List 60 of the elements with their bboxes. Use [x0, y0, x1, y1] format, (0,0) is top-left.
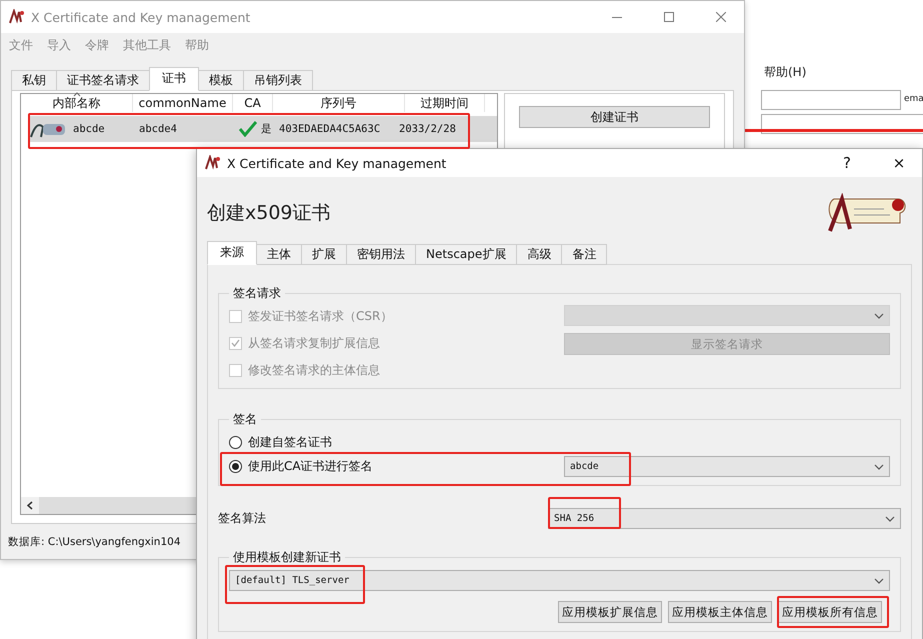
- select-field[interactable]: [default] TLS_server: [229, 570, 890, 591]
- radio-button[interactable]: [229, 460, 242, 473]
- dialog-heading: 创建x509证书: [207, 201, 331, 226]
- dialog-title: X Certificate and Key management: [227, 156, 446, 170]
- apply-template-button[interactable]: 应用模板所有信息: [778, 601, 882, 623]
- radio-button[interactable]: [229, 436, 242, 449]
- tab[interactable]: 吊销列表: [243, 70, 313, 91]
- dropdown-caret-icon: [874, 312, 884, 318]
- radio-label: 使用此CA证书进行签名: [248, 458, 373, 475]
- tab[interactable]: 高级: [516, 244, 562, 265]
- checkbox-label: 签发证书签名请求（CSR）: [248, 308, 392, 324]
- tab[interactable]: 扩展: [301, 244, 347, 265]
- radio-label: 创建自签名证书: [248, 434, 332, 451]
- column-header[interactable]: 过期时间: [420, 94, 468, 112]
- table-cell-text: 403EDAEDA4C5A63C: [279, 123, 382, 135]
- table-cell-text: abcde4: [139, 123, 178, 135]
- group-title: 使用模板创建新证书: [232, 549, 342, 566]
- minimize-icon: [612, 16, 622, 18]
- dropdown-caret-icon: [874, 578, 884, 584]
- app-logo-icon: [9, 9, 25, 25]
- input-field[interactable]: [761, 90, 901, 110]
- table-row[interactable]: abcde abcde4 是 403EDAEDA4C5A63C 2033/2/28: [29, 116, 497, 142]
- dropdown-caret-icon: [874, 464, 884, 470]
- checkbox-label: 修改签名请求的主体信息: [248, 362, 380, 378]
- create-certificate-button[interactable]: 创建证书: [519, 106, 710, 128]
- select-field[interactable]: abcde: [564, 456, 890, 477]
- checkmark-icon: [231, 339, 240, 347]
- tab[interactable]: 来源: [207, 241, 257, 265]
- close-icon: [716, 12, 726, 22]
- table-cell-text: 2033/2/28: [399, 123, 457, 135]
- field-label: ema: [904, 94, 923, 104]
- app-logo-icon: [205, 155, 221, 171]
- close-button[interactable]: ×: [876, 149, 922, 177]
- apply-template-button[interactable]: 应用模板扩展信息: [558, 601, 662, 623]
- column-header[interactable]: CA: [244, 96, 261, 110]
- tab[interactable]: 证书: [149, 67, 199, 91]
- group-title: 签名: [232, 411, 258, 428]
- tab[interactable]: 私钥: [11, 70, 57, 91]
- column-header[interactable]: 内部名称: [52, 94, 100, 112]
- status-text: 数据库: C:\Users\yangfengxin104: [8, 536, 180, 548]
- table-cell: abcde: [73, 123, 105, 135]
- tab[interactable]: Netscape扩展: [415, 244, 518, 265]
- window-title: X Certificate and Key management: [31, 10, 250, 24]
- apply-template-button[interactable]: 应用模板主体信息: [668, 601, 772, 623]
- group-title: 签名请求: [232, 285, 282, 302]
- menu-item[interactable]: 帮助(H): [764, 64, 806, 81]
- scroll-left-icon: [27, 501, 33, 510]
- checkbox-label: 从签名请求复制扩展信息: [248, 334, 380, 352]
- help-button[interactable]: ?: [824, 149, 870, 177]
- tab[interactable]: 密钥用法: [346, 244, 416, 265]
- column-header[interactable]: 序列号: [320, 94, 356, 112]
- select-field[interactable]: SHA 256: [548, 508, 901, 529]
- maximize-icon: [664, 12, 674, 22]
- tab[interactable]: 备注: [561, 244, 608, 265]
- tab[interactable]: 主体: [256, 244, 302, 265]
- dropdown-caret-icon: [885, 516, 895, 522]
- column-header[interactable]: commonName: [138, 96, 226, 110]
- sort-icon: [73, 92, 81, 97]
- table-cell: 是: [261, 122, 272, 136]
- field-label: 签名算法: [218, 510, 267, 527]
